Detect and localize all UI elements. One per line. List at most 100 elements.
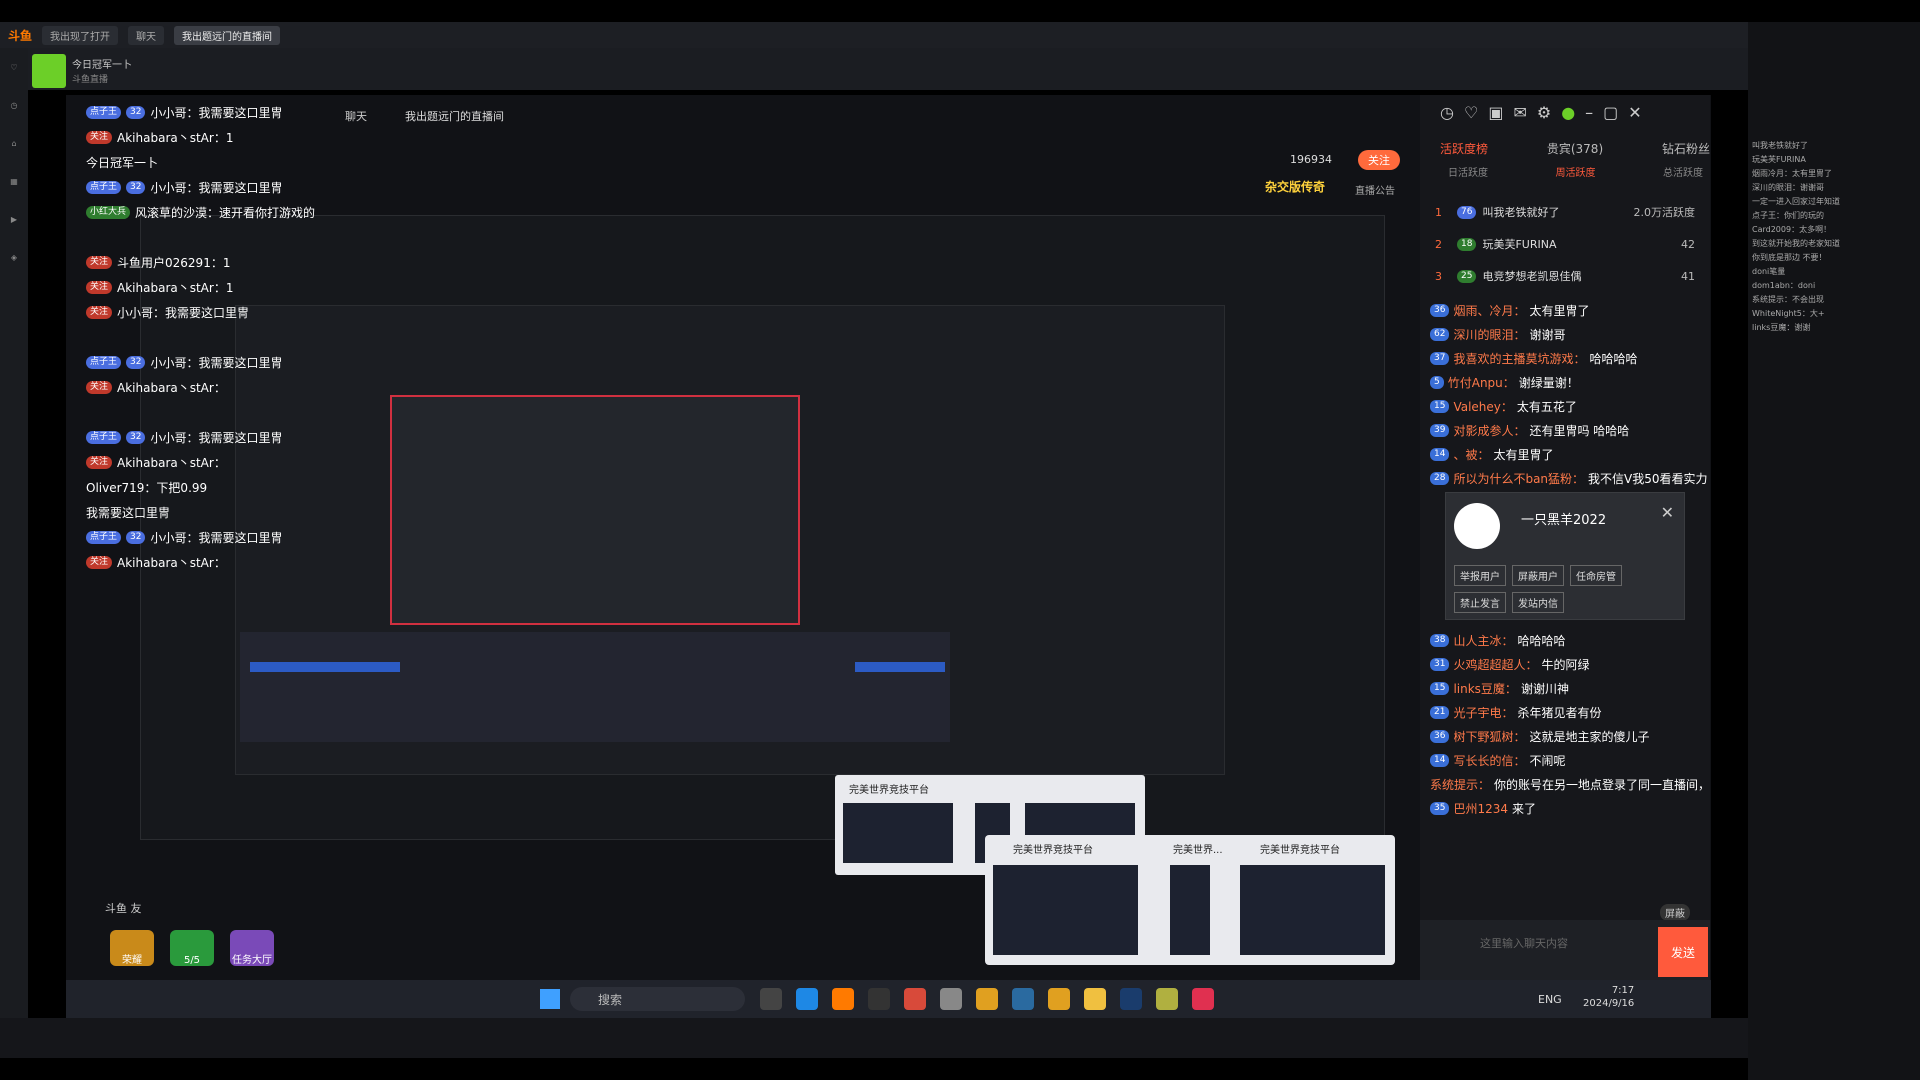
rank-row[interactable]: 1 76 叫我老铁就好了 2.0万活跃度 [1435, 198, 1695, 226]
app-icon[interactable] [1012, 988, 1034, 1010]
task-hall-icon[interactable]: 任务大厅 [230, 930, 274, 966]
feed-user[interactable]: Valehey： [1453, 398, 1512, 415]
feed-level: 14 [1430, 447, 1450, 461]
clock-date: 2024/9/16 [1583, 998, 1635, 1009]
app-icon[interactable] [904, 988, 926, 1010]
feed-user[interactable]: 深川的眼泪： [1453, 326, 1525, 343]
rank-row[interactable]: 3 25 电竞梦想老凯恩佳偶 41 [1435, 262, 1695, 290]
windows-start-icon[interactable] [540, 989, 560, 1009]
nav-home-icon[interactable]: ⌂ [0, 124, 28, 162]
badge: 关注 [86, 281, 113, 294]
rank-score: 41 [1681, 269, 1695, 283]
feed-user[interactable]: 火鸡超超超人： [1453, 656, 1537, 673]
feed-text: 太有里冑了 [1493, 447, 1554, 462]
settings-icon[interactable] [940, 988, 962, 1010]
tab-diamond-fans[interactable]: 钻石粉丝 [1662, 140, 1710, 157]
feed-user[interactable]: links豆魔： [1453, 680, 1516, 697]
preview-thumb[interactable] [843, 803, 953, 863]
nav-category-icon[interactable]: ▦ [0, 162, 28, 200]
preview-thumb[interactable] [1170, 865, 1210, 955]
gift-bar: 荣耀 5/5 任务大厅 [110, 930, 274, 966]
feed-user[interactable]: 所以为什么不ban猛粉： [1453, 470, 1584, 487]
close-icon[interactable]: ✕ [1661, 503, 1674, 522]
feed-user[interactable]: 山人主冰： [1453, 632, 1513, 649]
feed-user[interactable]: 竹付Anpu： [1448, 374, 1515, 391]
gift-box-icon[interactable]: 5/5 [170, 930, 214, 966]
obs-icon[interactable] [868, 988, 890, 1010]
feed-user[interactable]: 巴州1234 [1453, 800, 1508, 817]
subtab-daily[interactable]: 日活跃度 [1448, 164, 1488, 179]
subtab-weekly[interactable]: 周活跃度 [1556, 164, 1596, 179]
preview-thumb[interactable] [1240, 865, 1385, 955]
taskview-icon[interactable] [760, 988, 782, 1010]
rank-name: 电竞梦想老凯恩佳偶 [1482, 270, 1582, 283]
notice-button[interactable]: 直播公告 [1355, 182, 1395, 197]
feed-user[interactable]: 烟雨、冷月： [1453, 302, 1525, 319]
nav-history-icon[interactable]: ◷ [0, 86, 28, 124]
badge: 关注 [86, 131, 113, 144]
send-message-button[interactable]: 发站内信 [1512, 592, 1564, 613]
app-icon[interactable] [1192, 988, 1214, 1010]
rank-name: 玩美芙FURINA [1482, 238, 1557, 251]
preview-thumb[interactable] [993, 865, 1138, 955]
app-icon[interactable] [1048, 988, 1070, 1010]
feed-user[interactable]: 、被： [1453, 446, 1489, 463]
taskbar-search[interactable]: 搜索 [570, 987, 745, 1011]
mute-button[interactable]: 禁止发言 [1454, 592, 1506, 613]
feed-text: 还有里冑吗 哈哈哈 [1529, 423, 1630, 438]
preview-title: 完美世界竞技平台 [1260, 845, 1340, 856]
feed-user[interactable]: 对影成参人： [1453, 422, 1525, 439]
feed-line: 系统提示：你的账号在另一地点登录了同一直播间，弹幕连接已经断开，如需重新连接，请… [1430, 772, 1710, 796]
nav-fishbar-icon[interactable]: ◈ [0, 238, 28, 276]
minimize-icon[interactable]: – [1585, 103, 1593, 122]
tab-vip[interactable]: 贵宾(378) [1547, 140, 1603, 157]
app-icon[interactable] [976, 988, 998, 1010]
subtab-total[interactable]: 总活跃度 [1663, 164, 1703, 179]
block-user-button[interactable]: 屏蔽用户 [1512, 565, 1564, 586]
level: 32 [126, 431, 146, 444]
input-language[interactable]: ENG [1538, 993, 1562, 1006]
feed-user[interactable]: 树下野狐树： [1453, 728, 1525, 745]
taskbar-clock[interactable]: 7:17 2024/9/16 [1583, 984, 1634, 1010]
folder-icon[interactable] [1084, 988, 1106, 1010]
follow-button[interactable]: 关注 [1358, 150, 1400, 170]
feed-user[interactable]: 我喜欢的主播莫坑游戏： [1453, 350, 1585, 367]
user-avatar-icon[interactable]: ● [1561, 103, 1575, 122]
bottom-strip [0, 1018, 1748, 1058]
tab-chat[interactable]: 聊天 [128, 25, 165, 45]
settings-icon[interactable]: ⚙ [1537, 103, 1551, 122]
feed-user[interactable]: 写长长的信： [1453, 752, 1525, 769]
nav-follow-icon[interactable]: ♡ [0, 48, 28, 86]
streamer-avatar[interactable] [32, 54, 66, 88]
tab-live-room[interactable]: 我出题远门的直播间 [174, 25, 281, 45]
app-icon[interactable] [1156, 988, 1178, 1010]
overlay-chat-line: 小红大兵 风滚草的沙漠：速开看你打游戏的 [86, 200, 466, 225]
close-icon[interactable]: ✕ [1628, 103, 1641, 122]
chat-text: 今日冠军一卜 [86, 156, 159, 170]
overlay-chat: 点子王 32 小小哥：我需要这口里冑 关注 Akihabara丶stAr：1 今日冠军… [86, 100, 466, 575]
event-banner[interactable]: 杂交版传奇 [1265, 178, 1325, 195]
chat-input[interactable]: 这里输入聊天内容 [1480, 935, 1568, 951]
report-user-button[interactable]: 举报用户 [1454, 565, 1506, 586]
tab-activity-rank[interactable]: 活跃度榜 [1440, 140, 1488, 157]
overlay-chat-line: 关注 Akihabara丶stAr：1 [86, 125, 466, 150]
shield-toggle[interactable]: 屏蔽 [1660, 904, 1690, 921]
send-button[interactable]: 发送 [1658, 927, 1708, 977]
tab-0[interactable]: 我出现了打开 [42, 25, 119, 45]
gift-trophy-icon[interactable]: 荣耀 [110, 930, 154, 966]
history-icon[interactable]: ◷ [1440, 103, 1454, 122]
nav-live-icon[interactable]: ▶ [0, 200, 28, 238]
douyu-icon[interactable] [832, 988, 854, 1010]
steam-icon[interactable] [1120, 988, 1142, 1010]
heart-icon[interactable]: ♡ [1464, 103, 1478, 122]
level: 32 [126, 181, 146, 194]
task-icon[interactable]: ▣ [1488, 103, 1503, 122]
appoint-admin-button[interactable]: 任命房管 [1570, 565, 1622, 586]
edge-icon[interactable] [796, 988, 818, 1010]
maximize-icon[interactable]: ▢ [1603, 103, 1618, 122]
message-icon[interactable]: ✉ [1513, 103, 1526, 122]
badge: 关注 [86, 256, 113, 269]
rank-number: 3 [1435, 269, 1442, 283]
rank-row[interactable]: 2 18 玩美芙FURINA 42 [1435, 230, 1695, 258]
feed-user[interactable]: 光子宇电： [1453, 704, 1513, 721]
